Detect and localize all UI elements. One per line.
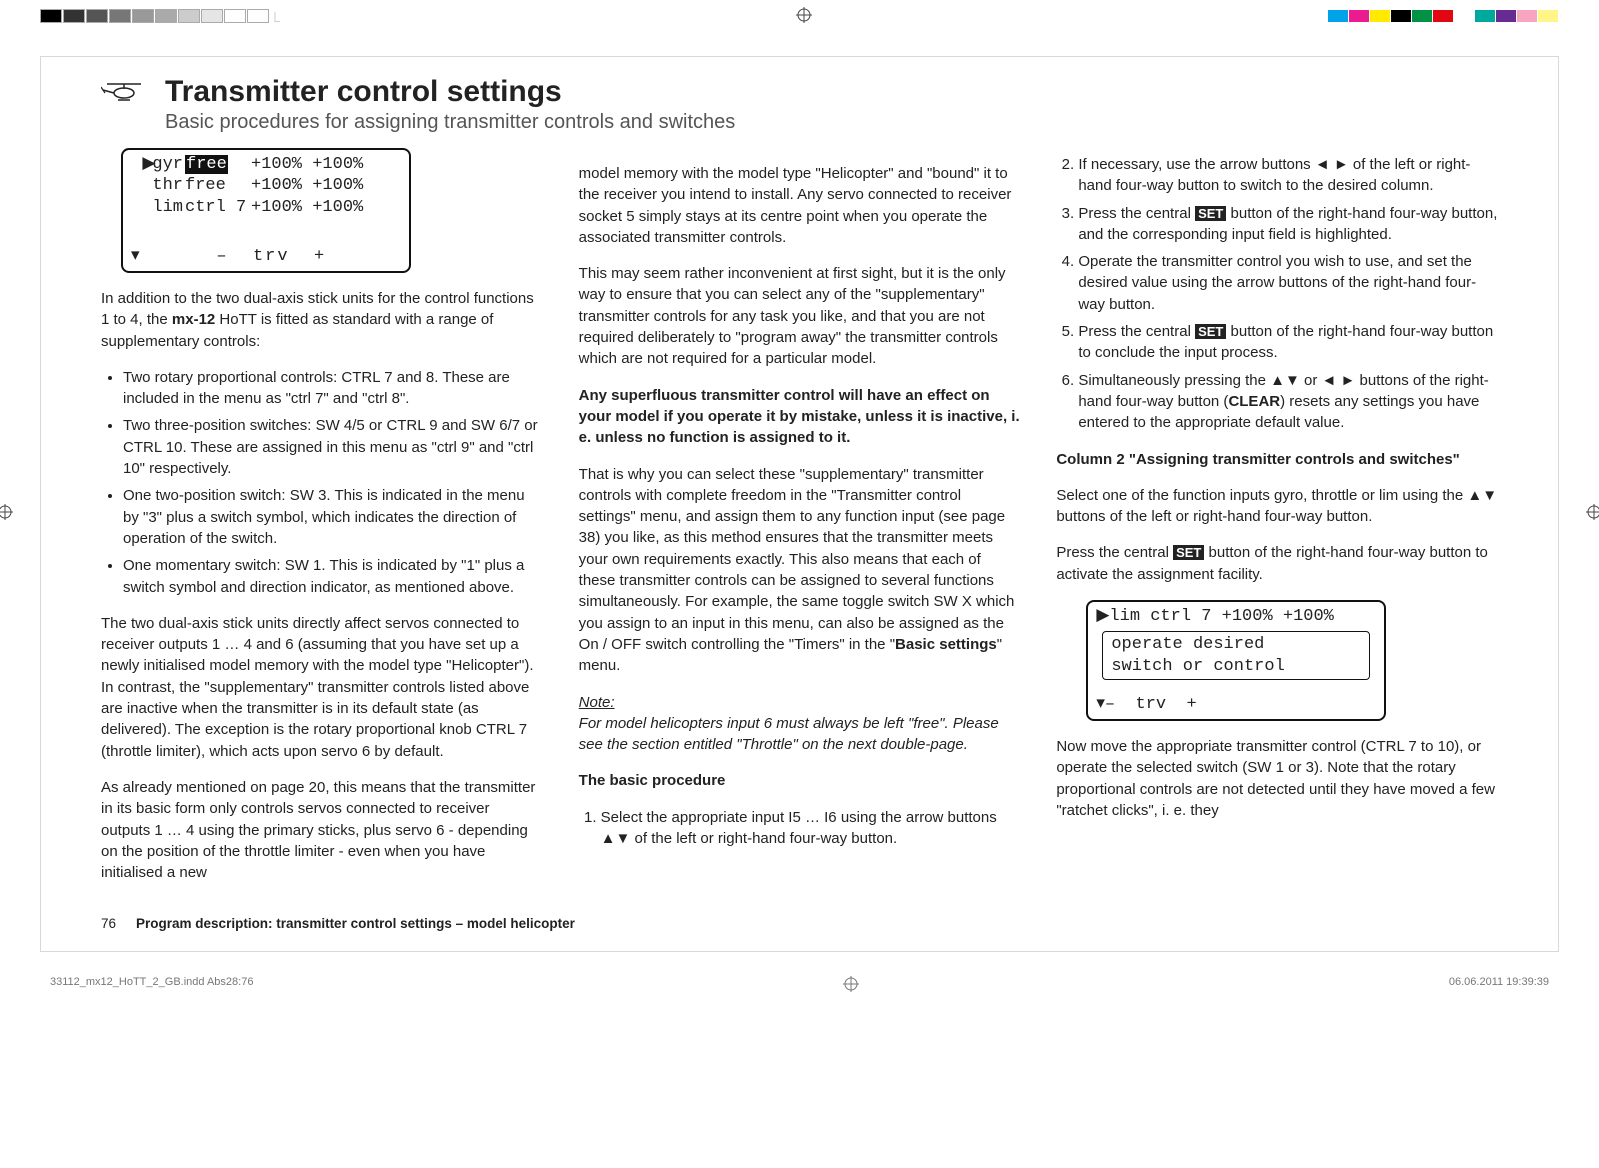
set-badge: SET — [1195, 206, 1226, 221]
lcd-display-1: ▶gyr free +100% +100% thr free +100% +10… — [121, 148, 411, 273]
page-subtitle: Basic procedures for assigning transmitt… — [165, 111, 735, 134]
print-calibration-bar: ⎿ — [0, 0, 1599, 26]
step-5: Press the central SET button of the righ… — [1078, 321, 1498, 364]
body-text: That is why you can select these "supple… — [579, 464, 1021, 677]
lcd-display-2: ▶lim ctrl 7 +100% +100% operate desired … — [1086, 600, 1386, 721]
registration-mark-left — [0, 504, 13, 523]
registration-mark-top — [796, 7, 812, 26]
doc-timestamp: 06.06.2011 19:39:39 — [1449, 976, 1549, 995]
set-badge: SET — [1173, 545, 1204, 560]
registration-mark-bottom — [843, 976, 859, 995]
step-3: Press the central SET button of the righ… — [1078, 203, 1498, 246]
column-2: model memory with the model type "Helico… — [579, 148, 1021, 898]
note-block: Note: For model helicopters input 6 must… — [579, 692, 1021, 756]
doc-filename: 33112_mx12_HoTT_2_GB.indd Abs28:76 — [50, 976, 253, 995]
body-text: Select one of the function inputs gyro, … — [1056, 485, 1498, 528]
step-2: If necessary, use the arrow buttons ◄ ► … — [1078, 154, 1498, 197]
body-text: The two dual-axis stick units directly a… — [101, 613, 543, 762]
procedure-heading: The basic procedure — [579, 770, 1021, 791]
list-item: One momentary switch: SW 1. This is indi… — [123, 555, 543, 598]
procedure-steps-start: Select the appropriate input I5 … I6 usi… — [579, 807, 1021, 850]
content-columns: ▶gyr free +100% +100% thr free +100% +10… — [101, 148, 1498, 898]
body-text: This may seem rather inconvenient at fir… — [579, 263, 1021, 369]
set-badge: SET — [1195, 324, 1226, 339]
step-1: Select the appropriate input I5 … I6 usi… — [601, 807, 1021, 850]
list-item: One two-position switch: SW 3. This is i… — [123, 485, 543, 549]
helicopter-icon — [101, 81, 147, 108]
title-block: Transmitter control settings Basic proce… — [101, 75, 1498, 134]
column2-heading: Column 2 "Assigning transmitter controls… — [1056, 449, 1498, 470]
column-1: ▶gyr free +100% +100% thr free +100% +10… — [101, 148, 543, 898]
step-4: Operate the transmitter control you wish… — [1078, 251, 1498, 315]
page-footer: 76 Program description: transmitter cont… — [101, 916, 1498, 931]
greyscale-swatches: ⎿ — [40, 9, 280, 24]
procedure-steps-cont: If necessary, use the arrow buttons ◄ ► … — [1056, 154, 1498, 434]
page-number: 76 — [101, 916, 116, 931]
supplementary-controls-list: Two rotary proportional controls: CTRL 7… — [101, 367, 543, 598]
list-item: Two three-position switches: SW 4/5 or C… — [123, 415, 543, 479]
page-frame: Transmitter control settings Basic proce… — [40, 56, 1559, 952]
registration-mark-right — [1586, 504, 1599, 523]
list-item: Two rotary proportional controls: CTRL 7… — [123, 367, 543, 410]
body-text: Press the central SET button of the righ… — [1056, 542, 1498, 585]
color-swatches — [1328, 10, 1559, 22]
page-title: Transmitter control settings — [165, 75, 735, 109]
intro-text: In addition to the two dual-axis stick u… — [101, 288, 543, 352]
body-text: Now move the appropriate transmitter con… — [1056, 736, 1498, 821]
body-text: As already mentioned on page 20, this me… — [101, 777, 543, 883]
document-footer: 33112_mx12_HoTT_2_GB.indd Abs28:76 06.06… — [0, 972, 1599, 1009]
warning-text: Any superfluous transmitter control will… — [579, 385, 1021, 449]
step-6: Simultaneously pressing the ▲▼ or ◄ ► bu… — [1078, 370, 1498, 434]
running-footer: Program description: transmitter control… — [136, 916, 575, 931]
column-3: If necessary, use the arrow buttons ◄ ► … — [1056, 148, 1498, 898]
body-text: model memory with the model type "Helico… — [579, 163, 1021, 248]
